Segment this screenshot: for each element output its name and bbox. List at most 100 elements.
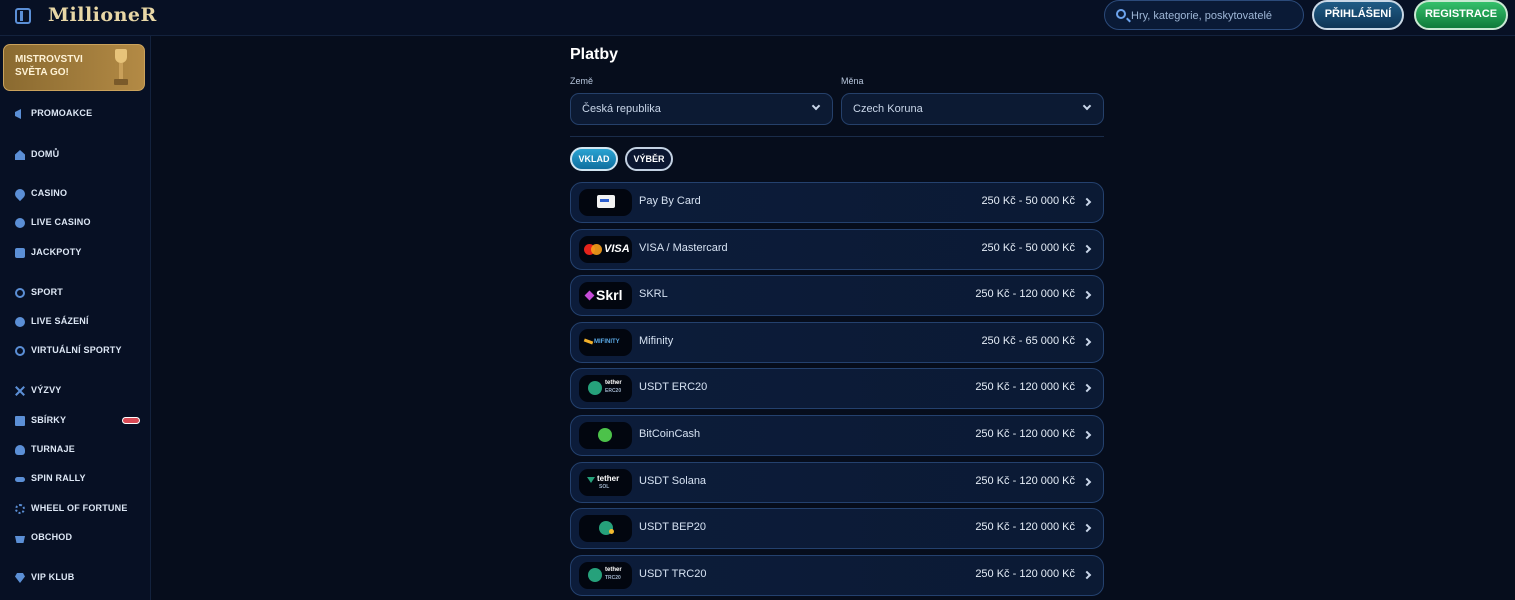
sidebar-item-wheel-of-fortune[interactable]: WHEEL OF FORTUNE [0, 499, 150, 519]
sidebar-item-label: LIVE CASINO [31, 217, 91, 227]
sidebar-item-label: WHEEL OF FORTUNE [31, 503, 128, 513]
skrl-logo-icon: Skrl [579, 282, 632, 309]
new-badge [122, 417, 140, 424]
sidebar: MISTROVSTVI SVĚTA GO! PROMOAKCE DOMŮ CAS… [0, 36, 151, 600]
payment-method-row[interactable]: tether SOL USDT Solana 250 Kč - 120 000 … [570, 462, 1104, 503]
payment-method-range: 250 Kč - 120 000 Kč [975, 475, 1075, 487]
sidebar-item-label: DOMŮ [31, 149, 60, 159]
sidebar-item-sbirky[interactable]: SBÍRKY [0, 411, 150, 431]
login-button[interactable]: PŘIHLÁŠENÍ [1312, 0, 1404, 30]
payment-method-row[interactable]: USDT BEP20 250 Kč - 120 000 Kč [570, 508, 1104, 549]
collections-icon [15, 416, 25, 426]
payment-method-name: BitCoinCash [639, 428, 701, 440]
payment-method-row[interactable]: Pay By Card 250 Kč - 50 000 Kč [570, 182, 1104, 223]
sidebar-item-turnaje[interactable]: TURNAJE [0, 440, 150, 460]
sidebar-item-casino[interactable]: CASINO [0, 184, 150, 204]
sidebar-item-live-casino[interactable]: LIVE CASINO [0, 213, 150, 233]
jackpot-icon [15, 248, 25, 258]
payment-method-range: 250 Kč - 120 000 Kč [975, 568, 1075, 580]
chevron-down-icon [811, 101, 821, 111]
payment-method-name: USDT BEP20 [639, 521, 707, 533]
sidebar-item-jackpoty[interactable]: JACKPOTY [0, 243, 150, 263]
country-label: Země [570, 76, 594, 86]
diamond-icon [15, 573, 25, 583]
sidebar-item-label: SPIN RALLY [31, 473, 86, 483]
sidebar-item-live-sazeni[interactable]: LIVE SÁZENÍ [0, 312, 150, 332]
tab-deposit[interactable]: VKLAD [570, 147, 618, 171]
megaphone-icon [15, 109, 21, 119]
register-button[interactable]: REGISTRACE [1414, 0, 1508, 30]
chevron-right-icon [1082, 197, 1092, 207]
payment-method-row[interactable]: Skrl SKRL 250 Kč - 120 000 Kč [570, 275, 1104, 316]
spade-icon [12, 186, 28, 202]
payment-method-range: 250 Kč - 120 000 Kč [975, 428, 1075, 440]
payment-method-name: VISA / Mastercard [639, 242, 728, 254]
payment-method-name: USDT Solana [639, 475, 707, 487]
country-select[interactable]: Česká republika [570, 93, 833, 125]
sidebar-item-label: SBÍRKY [31, 415, 67, 425]
divider [570, 136, 1104, 137]
search-icon [1116, 9, 1126, 19]
chevron-down-icon [1082, 101, 1092, 111]
chevron-right-icon [1082, 523, 1092, 533]
sidebar-item-virtualni-sporty[interactable]: VIRTUÁLNÍ SPORTY [0, 341, 150, 361]
home-icon [15, 150, 25, 160]
site-logo[interactable]: MillioneR [48, 4, 157, 26]
live-betting-icon [15, 317, 25, 327]
sidebar-toggle-icon[interactable] [15, 8, 31, 24]
payment-method-range: 250 Kč - 50 000 Kč [981, 195, 1075, 207]
currency-select[interactable]: Czech Koruna [841, 93, 1104, 125]
virtual-sports-icon [15, 346, 25, 356]
world-cup-promo-banner[interactable]: MISTROVSTVI SVĚTA GO! [3, 44, 145, 91]
tether-erc20-logo-icon: tether ERC20 [579, 375, 632, 402]
tether-trc20-logo-icon: tether TRC20 [579, 562, 632, 589]
banner-line1: MISTROVSTVI [15, 54, 83, 65]
banner-line2: SVĚTA GO! [15, 67, 69, 78]
sidebar-item-label: VIRTUÁLNÍ SPORTY [31, 345, 122, 355]
sidebar-item-obchod[interactable]: OBCHOD [0, 528, 150, 548]
payment-method-name: USDT TRC20 [639, 568, 707, 580]
search-box[interactable] [1104, 0, 1304, 30]
payment-method-name: Pay By Card [639, 195, 701, 207]
chevron-right-icon [1082, 383, 1092, 393]
card-logo-icon [579, 189, 632, 216]
chevron-right-icon [1082, 244, 1092, 254]
live-casino-icon [15, 218, 25, 228]
payment-method-row[interactable]: BitCoinCash 250 Kč - 120 000 Kč [570, 415, 1104, 456]
search-input[interactable] [1131, 7, 1299, 25]
payment-method-name: USDT ERC20 [639, 381, 708, 393]
sidebar-item-promoakce[interactable]: PROMOAKCE [0, 104, 150, 124]
payment-method-range: 250 Kč - 120 000 Kč [975, 381, 1075, 393]
sidebar-item-label: VÝZVY [31, 385, 62, 395]
chevron-right-icon [1082, 337, 1092, 347]
payment-method-row[interactable]: MIFINITY Mifinity 250 Kč - 65 000 Kč [570, 322, 1104, 363]
chevron-right-icon [1082, 290, 1092, 300]
spin-rally-icon [15, 477, 25, 482]
chevron-right-icon [1082, 477, 1092, 487]
tab-withdraw[interactable]: VÝBĚR [625, 147, 673, 171]
sidebar-item-domu[interactable]: DOMŮ [0, 145, 150, 165]
wheel-icon [15, 504, 25, 514]
currency-select-value: Czech Koruna [853, 103, 923, 115]
sidebar-item-label: SPORT [31, 287, 64, 297]
bitcoin-cash-logo-icon [579, 422, 632, 449]
payment-method-row[interactable]: tether TRC20 USDT TRC20 250 Kč - 120 000… [570, 555, 1104, 596]
payment-method-range: 250 Kč - 120 000 Kč [975, 521, 1075, 533]
sidebar-item-spin-rally[interactable]: SPIN RALLY [0, 469, 150, 489]
sidebar-item-label: PROMOAKCE [31, 108, 93, 118]
payment-method-row[interactable]: VISA VISA / Mastercard 250 Kč - 50 000 K… [570, 229, 1104, 270]
sidebar-item-label: VIP KLUB [31, 572, 75, 582]
soccer-ball-icon [15, 288, 25, 298]
sidebar-item-label: OBCHOD [31, 532, 73, 542]
sidebar-item-vyzvy[interactable]: VÝZVY [0, 381, 150, 401]
tether-bep20-logo-icon [579, 515, 632, 542]
payment-method-name: Mifinity [639, 335, 674, 347]
sidebar-item-label: TURNAJE [31, 444, 75, 454]
top-bar: MillioneR PŘIHLÁŠENÍ REGISTRACE [0, 0, 1515, 36]
sidebar-item-vip-klub[interactable]: VIP KLUB [0, 568, 150, 588]
payment-method-row[interactable]: tether ERC20 USDT ERC20 250 Kč - 120 000… [570, 368, 1104, 409]
tether-sol-logo-icon: tether SOL [579, 469, 632, 496]
sidebar-item-sport[interactable]: SPORT [0, 283, 150, 303]
visa-mastercard-logo-icon: VISA [579, 236, 632, 263]
sidebar-item-label: JACKPOTY [31, 247, 82, 257]
